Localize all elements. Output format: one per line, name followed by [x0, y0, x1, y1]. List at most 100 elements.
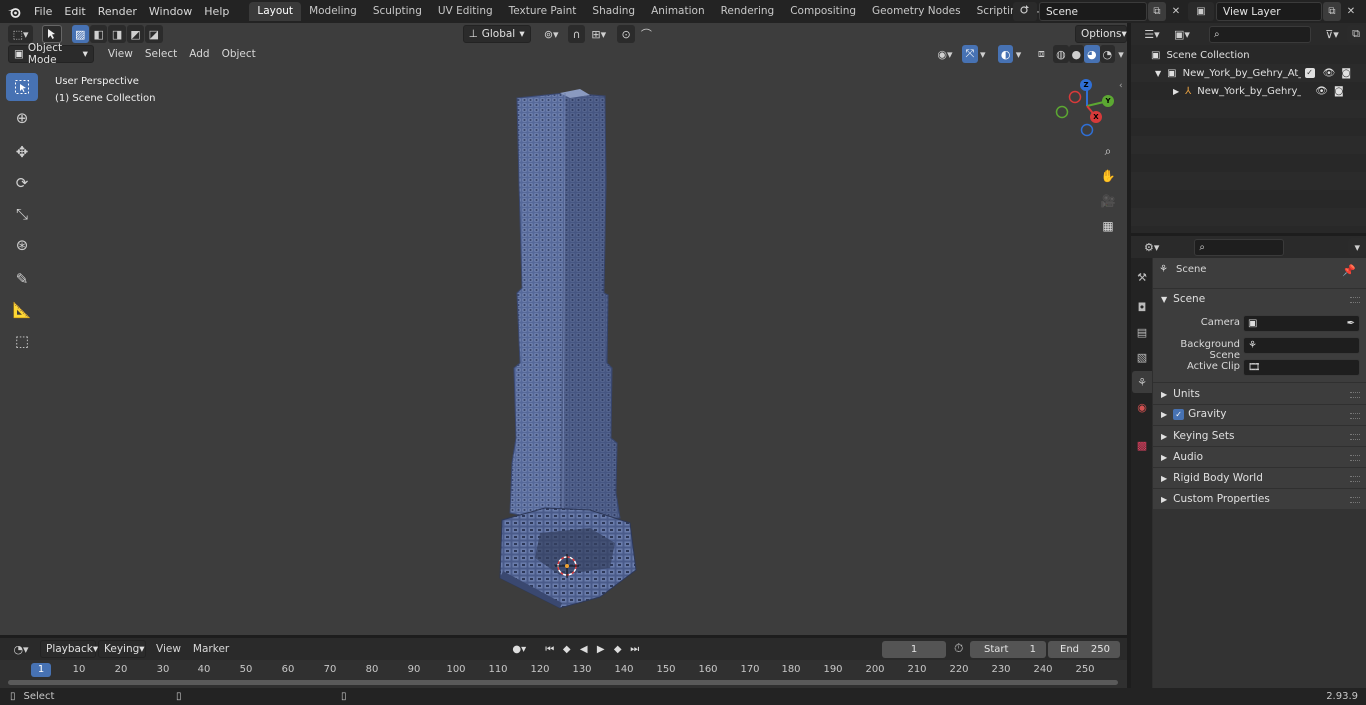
tab-output[interactable]: ▤ — [1132, 321, 1152, 343]
outliner-search-input[interactable]: ⌕ — [1209, 25, 1311, 43]
scene-browse-button[interactable] — [1013, 2, 1037, 21]
outliner-filter-button[interactable]: ⊽▾ — [1319, 25, 1345, 43]
properties-search-input[interactable]: ⌕ — [1194, 238, 1285, 256]
auto-keying-toggle[interactable]: ●▾ — [505, 641, 533, 658]
menu-window[interactable]: Window — [143, 0, 198, 23]
playback-menu[interactable]: Playback ▾ — [40, 640, 98, 658]
zoom-view-button[interactable]: ⌕ — [1097, 140, 1119, 162]
eye-icon[interactable]: 👁 — [1315, 86, 1328, 97]
display-mode-button[interactable]: ▣▾ — [1169, 25, 1195, 43]
gizmo-axis-y[interactable]: Y — [1102, 95, 1114, 107]
stopwatch-icon[interactable]: ⏱ — [954, 641, 963, 656]
scene-selector[interactable]: Scene — [1039, 2, 1147, 21]
camera-view-button[interactable]: 🎥 — [1097, 190, 1119, 212]
blender-logo-icon[interactable] — [0, 0, 28, 23]
tab-layout[interactable]: Layout — [249, 2, 302, 21]
tab-uv-editing[interactable]: UV Editing — [430, 2, 501, 21]
tab-render[interactable]: ◘ — [1132, 296, 1152, 318]
tab-geometry-nodes[interactable]: Geometry Nodes — [864, 2, 969, 21]
tab-scene[interactable]: ⚘ — [1132, 371, 1152, 393]
rigid-body-world-panel-header[interactable]: ▶ Rigid Body World — [1161, 472, 1263, 484]
tab-compositing[interactable]: Compositing — [782, 2, 864, 21]
outliner-editor-type-button[interactable]: ☰▾ — [1139, 25, 1165, 43]
gravity-checkbox[interactable]: ✓ — [1173, 408, 1185, 420]
jump-end-button[interactable]: ⏭ — [626, 641, 643, 658]
gravity-panel-header[interactable]: ▶ ✓ Gravity — [1161, 408, 1227, 420]
menu-render[interactable]: Render — [92, 0, 143, 23]
frame-ruler[interactable]: 1 10 20 30 40 50 60 70 80 90 100 110 120… — [0, 662, 1127, 678]
outliner-collection-row[interactable]: ▼ ▣ New_York_by_Gehry_At_Nigh ✓ 👁 ◙ — [1131, 64, 1366, 82]
eyedropper-icon[interactable]: ✒ — [1347, 318, 1355, 329]
delete-scene-button[interactable]: ✕ — [1167, 2, 1185, 21]
tab-world[interactable]: ◉ — [1132, 396, 1152, 418]
expand-arrow-icon[interactable]: ▼ — [1155, 69, 1161, 78]
drag-grip-icon[interactable] — [1350, 497, 1360, 503]
tab-view-layer[interactable]: ▧ — [1132, 346, 1152, 368]
next-keyframe-button[interactable]: ◆ — [609, 641, 626, 658]
prev-keyframe-button[interactable]: ◆ — [558, 641, 575, 658]
tab-shading[interactable]: Shading — [584, 2, 643, 21]
background-scene-field[interactable]: ⚘ — [1243, 337, 1360, 354]
camera-render-icon[interactable]: ◙ — [1334, 86, 1344, 97]
divider — [1153, 288, 1366, 289]
custom-properties-panel-header[interactable]: ▶ Custom Properties — [1161, 493, 1270, 505]
building-model[interactable] — [0, 23, 1127, 635]
properties-editor-type-button[interactable]: ⚙▾ — [1139, 238, 1164, 256]
units-panel-header[interactable]: ▶ Units — [1161, 388, 1200, 400]
playhead-frame[interactable]: 1 — [31, 663, 51, 677]
tab-tool[interactable]: ⚒ — [1132, 266, 1152, 288]
camera-object-icon: ▣ — [1248, 318, 1258, 329]
camera-render-icon[interactable]: ◙ — [1341, 68, 1351, 79]
start-frame-field[interactable]: Start 1 — [970, 641, 1046, 658]
menu-help[interactable]: Help — [198, 0, 235, 23]
view-layer-browse-button[interactable]: ▣ — [1188, 2, 1214, 21]
properties-options-button[interactable]: ▾ — [1348, 238, 1366, 256]
eye-icon[interactable]: 👁 — [1323, 68, 1336, 79]
timeline-menu-view[interactable]: View — [150, 640, 187, 658]
play-button[interactable]: ▶ — [592, 641, 609, 658]
keying-sets-panel-header[interactable]: ▶ Keying Sets — [1161, 430, 1234, 442]
toggle-ortho-button[interactable]: ▦ — [1097, 215, 1119, 237]
tab-rendering[interactable]: Rendering — [713, 2, 783, 21]
audio-panel-header[interactable]: ▶ Audio — [1161, 451, 1203, 463]
new-collection-button[interactable]: ⧉ — [1347, 25, 1365, 43]
new-scene-button[interactable]: ⧉ — [1148, 2, 1166, 21]
drag-grip-icon[interactable] — [1350, 297, 1360, 303]
expand-arrow-icon[interactable]: ▶ — [1173, 87, 1179, 96]
tab-modeling[interactable]: Modeling — [301, 2, 365, 21]
tab-texture[interactable]: ▩ — [1132, 434, 1152, 456]
timeline-editor-type-button[interactable]: ◔▾ — [8, 640, 34, 658]
outliner-object-row[interactable]: ▶ ⅄ New_York_by_Gehry_At_ 👁 ◙ — [1131, 82, 1366, 100]
drag-grip-icon[interactable] — [1350, 455, 1360, 461]
end-frame-field[interactable]: End 250 — [1048, 641, 1120, 658]
timeline-scrollbar[interactable] — [8, 680, 1118, 685]
menu-file[interactable]: File — [28, 0, 58, 23]
tab-texture-paint[interactable]: Texture Paint — [501, 2, 585, 21]
keying-menu[interactable]: Keying ▾ — [98, 640, 146, 658]
camera-field[interactable]: ▣ ✒ — [1243, 315, 1360, 332]
pan-view-button[interactable]: ✋ — [1097, 165, 1119, 187]
3d-viewport[interactable]: ⬚▾ ▨ ◧ ◨ ◩ ◪ ⊥ Global ▾ ⊚▾ ∩ ⊞▾ ⊙ ⌒ Opti… — [0, 23, 1127, 635]
sidebar-toggle-arrow-icon[interactable]: ‹ — [1119, 81, 1123, 91]
view-layer-selector[interactable]: View Layer — [1216, 2, 1322, 21]
gizmo-axis-z[interactable]: Z — [1080, 79, 1092, 91]
menu-edit[interactable]: Edit — [58, 0, 91, 23]
active-clip-field[interactable]: 🎞 — [1243, 359, 1360, 376]
outliner-scene-collection[interactable]: ▣ Scene Collection — [1131, 46, 1366, 64]
drag-grip-icon[interactable] — [1350, 434, 1360, 440]
delete-view-layer-button[interactable]: ✕ — [1342, 2, 1360, 21]
drag-grip-icon[interactable] — [1350, 476, 1360, 482]
play-reverse-button[interactable]: ◀ — [575, 641, 592, 658]
drag-grip-icon[interactable] — [1350, 392, 1360, 398]
tab-animation[interactable]: Animation — [643, 2, 713, 21]
jump-start-button[interactable]: ⏮ — [541, 641, 558, 658]
gizmo-axis-x[interactable]: X — [1090, 111, 1102, 123]
current-frame-field[interactable]: 1 — [882, 641, 946, 658]
timeline-menu-marker[interactable]: Marker — [187, 640, 235, 658]
new-view-layer-button[interactable]: ⧉ — [1323, 2, 1341, 21]
exclude-checkbox[interactable]: ✓ — [1304, 68, 1315, 78]
tab-sculpting[interactable]: Sculpting — [365, 2, 430, 21]
scene-panel-header[interactable]: ▼ Scene — [1161, 293, 1205, 305]
pin-icon[interactable]: 📌 — [1342, 264, 1356, 277]
drag-grip-icon[interactable] — [1350, 413, 1360, 419]
